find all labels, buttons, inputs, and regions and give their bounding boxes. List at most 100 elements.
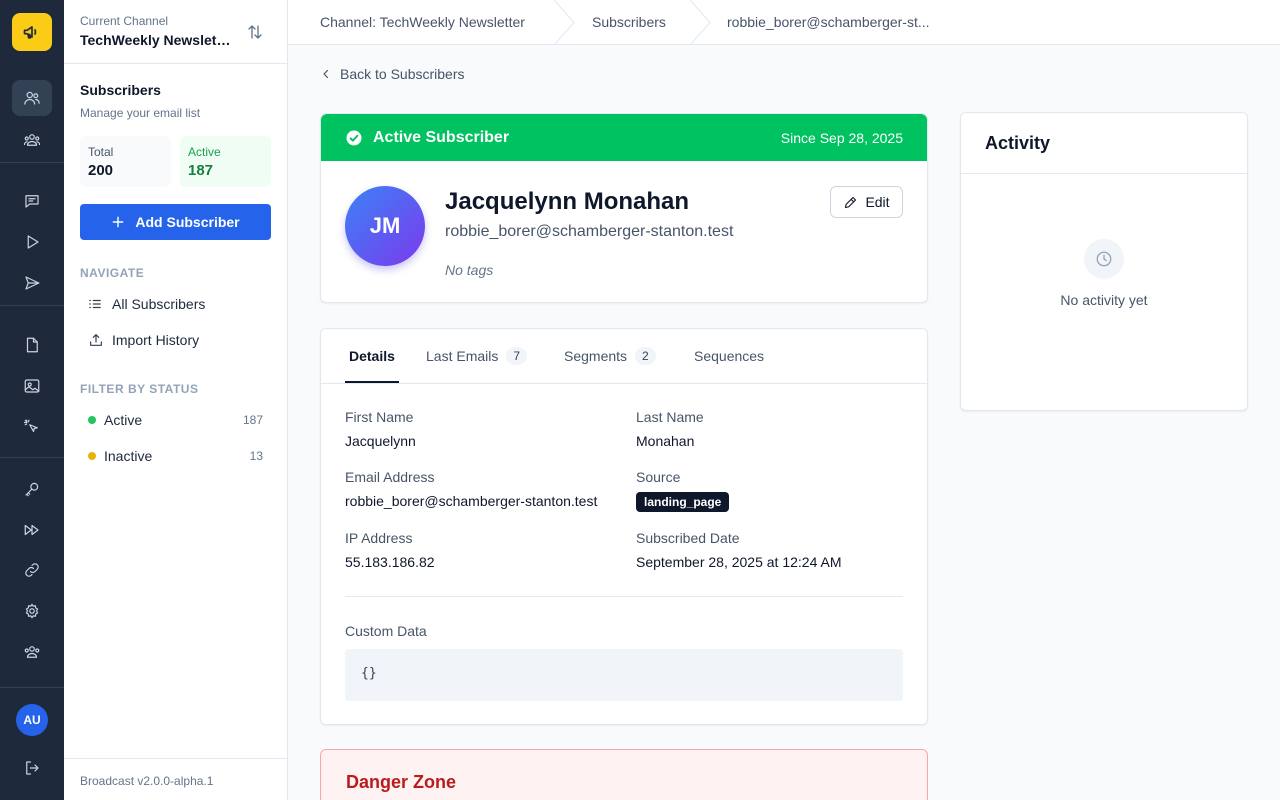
tab-last-emails[interactable]: Last Emails 7 [426, 329, 528, 383]
messages-icon[interactable] [12, 183, 52, 219]
no-activity-text: No activity yet [1060, 292, 1148, 308]
tab-segments[interactable]: Segments 2 [564, 329, 656, 383]
activity-divider [961, 173, 1247, 174]
check-circle-icon [346, 130, 362, 145]
subscriber-tags: No tags [445, 262, 494, 278]
tabs-divider [321, 383, 927, 384]
filter-inactive-count: 13 [249, 449, 263, 463]
edit-button[interactable]: Edit [830, 186, 903, 218]
rail-divider [0, 687, 64, 688]
tab-last-emails-label: Last Emails [426, 348, 499, 364]
last-name-value: Monahan [636, 433, 695, 449]
subscriber-name: Jacquelynn Monahan [445, 188, 690, 215]
total-label: Total [88, 145, 114, 159]
subscribed-date-value: September 28, 2025 at 12:24 AM [636, 554, 842, 570]
settings-icon[interactable] [12, 593, 52, 629]
images-icon[interactable] [12, 368, 52, 404]
active-value: 187 [188, 162, 214, 179]
sequences-icon[interactable] [12, 224, 52, 260]
user-avatar[interactable]: AU [16, 704, 48, 736]
edit-label: Edit [865, 194, 890, 210]
version-label: Broadcast v2.0.0-alpha.1 [80, 774, 214, 788]
tab-details-label: Details [349, 348, 395, 364]
back-link-label: Back to Subscribers [340, 66, 465, 82]
sidebar-footer-divider [64, 758, 287, 759]
broadcasts-icon[interactable] [12, 265, 52, 301]
api-keys-icon[interactable] [12, 471, 52, 507]
nav-import-history-label: Import History [112, 332, 200, 348]
filter-active-count: 187 [242, 413, 263, 427]
tab-details[interactable]: Details [349, 329, 395, 383]
subscriber-email: robbie_borer@schamberger-stanton.test [445, 223, 734, 240]
nav-import-history[interactable]: Import History [80, 325, 271, 355]
ip-label: IP Address [345, 530, 413, 546]
segments-icon[interactable] [12, 122, 52, 158]
section-subtitle: Manage your email list [80, 106, 201, 120]
activity-card: Activity No activity yet [960, 112, 1248, 411]
team-icon[interactable] [12, 634, 52, 670]
breadcrumb-channel[interactable]: Channel: TechWeekly Newsletter [320, 14, 525, 30]
tracking-icon[interactable] [12, 409, 52, 445]
megaphone-icon[interactable] [12, 13, 52, 51]
add-subscriber-button[interactable]: Add Subscriber [80, 204, 271, 240]
logout-icon[interactable] [12, 750, 52, 786]
custom-data-value: {} [345, 649, 903, 701]
breadcrumb-separator-icon [553, 0, 575, 45]
activity-title: Activity [985, 133, 1051, 153]
templates-icon[interactable] [12, 327, 52, 363]
source-badge: landing_page [636, 492, 730, 512]
details-divider [345, 596, 903, 597]
filter-active[interactable]: Active 187 [80, 405, 271, 435]
tab-sequences-label: Sequences [694, 348, 765, 364]
first-name-value: Jacquelynn [345, 433, 416, 449]
list-icon [89, 299, 101, 309]
status-label: Active Subscriber [373, 128, 510, 146]
webhooks-icon[interactable] [12, 512, 52, 548]
chevron-left-icon [323, 69, 329, 79]
channel-label: Current Channel [80, 14, 169, 28]
navigate-heading: NAVIGATE [80, 266, 145, 280]
subscribers-icon[interactable] [12, 80, 52, 116]
filter-inactive[interactable]: Inactive 13 [80, 441, 271, 471]
tab-segments-label: Segments [564, 348, 628, 364]
details-card: Details Last Emails 7 Segments 2 Sequences… [320, 328, 928, 725]
active-status-dot [88, 416, 96, 424]
breadcrumb: Channel: TechWeekly Newsletter Subscribe… [288, 0, 1280, 45]
links-icon[interactable] [12, 552, 52, 588]
plus-icon [113, 216, 124, 228]
rail-divider [0, 305, 64, 306]
icon-rail: AU [0, 0, 64, 800]
subscribed-since: Since Sep 28, 2025 [780, 129, 903, 146]
breadcrumb-subscribers[interactable]: Subscribers [592, 14, 666, 30]
tab-last-emails-count: 7 [506, 347, 528, 365]
upload-icon [90, 334, 102, 346]
sidebar: Current Channel TechWeekly Newsletter Su… [64, 0, 288, 800]
active-label: Active [188, 145, 221, 159]
custom-data-label: Custom Data [345, 623, 427, 639]
danger-zone: Danger Zone [320, 749, 928, 800]
filter-inactive-label: Inactive [104, 448, 153, 464]
email-label: Email Address [345, 469, 435, 485]
section-title: Subscribers [80, 82, 161, 98]
swap-channel-icon[interactable] [246, 23, 264, 41]
pencil-icon [845, 196, 857, 208]
breadcrumb-separator-icon [689, 0, 711, 45]
channel-name[interactable]: TechWeekly Newsletter [80, 32, 232, 48]
source-label: Source [636, 469, 681, 485]
total-stat: Total 200 [80, 136, 171, 187]
add-subscriber-label: Add Subscriber [135, 214, 240, 230]
filter-heading: FILTER BY STATUS [80, 382, 199, 396]
tab-segments-count: 2 [635, 347, 656, 365]
rail-divider [0, 457, 64, 458]
clock-icon [1084, 239, 1124, 279]
sidebar-divider [64, 63, 287, 64]
subscriber-avatar: JM [345, 186, 425, 266]
tab-sequences[interactable]: Sequences [694, 329, 764, 383]
nav-all-subscribers[interactable]: All Subscribers [80, 289, 271, 319]
breadcrumb-current: robbie_borer@schamberger-st... [727, 14, 930, 30]
rail-divider [0, 162, 64, 163]
filter-active-label: Active [104, 412, 143, 428]
subscribed-date-label: Subscribed Date [636, 530, 740, 546]
back-link[interactable]: Back to Subscribers [320, 66, 465, 82]
active-stat: Active 187 [180, 136, 271, 187]
